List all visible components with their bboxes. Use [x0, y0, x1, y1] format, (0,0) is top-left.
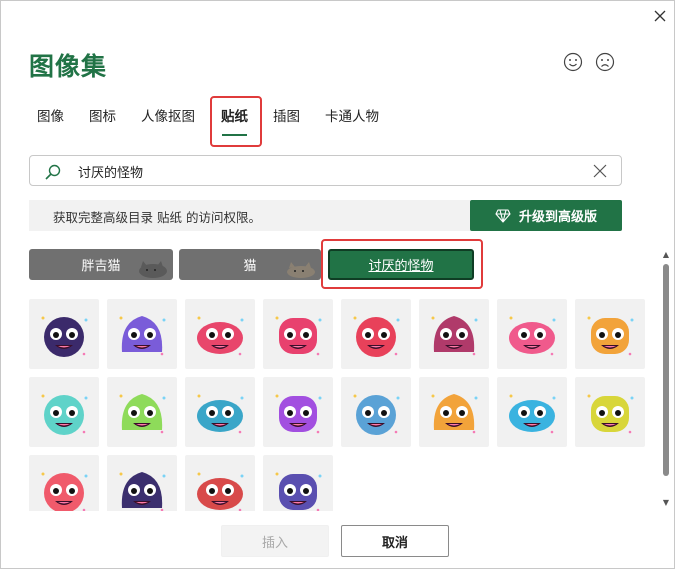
rainbow-tongue-monster-sticker	[275, 472, 322, 511]
sticker-tile[interactable]	[575, 299, 645, 369]
dark-cow-monster-sticker	[119, 472, 166, 511]
blue-tongue-monster-sticker	[197, 394, 244, 434]
jellyfish-monster-sticker	[275, 394, 322, 434]
tab-stickers[interactable]: 贴纸	[221, 105, 248, 125]
red-drooling-monster-sticker	[197, 472, 244, 511]
pink-screaming-blob-sticker	[41, 472, 88, 511]
green-cactus-monster-sticker	[119, 394, 166, 434]
ice-cream-monster-sticker	[509, 316, 556, 356]
scroll-down-arrow[interactable]: ▼	[662, 499, 670, 507]
tab-cartoon-people[interactable]: 卡通人物	[325, 105, 379, 125]
cyan-ghost-sticker	[41, 394, 88, 435]
sticker-tile[interactable]	[263, 299, 333, 369]
tab-cutout-people[interactable]: 人像抠图	[141, 105, 195, 125]
hand-monster-sticker	[587, 316, 634, 356]
smiley-icon[interactable]	[562, 51, 584, 73]
scroll-thumb[interactable]	[663, 264, 669, 476]
sticker-grid	[29, 299, 654, 511]
cat-thumbnail-icon	[287, 262, 315, 278]
category-cat[interactable]: 猫	[179, 249, 321, 280]
frown-icon[interactable]	[594, 51, 616, 73]
sticker-tile[interactable]	[185, 455, 255, 511]
clear-icon[interactable]	[593, 164, 607, 178]
insert-button[interactable]: 插入	[221, 525, 329, 557]
tab-icons[interactable]: 图标	[89, 105, 116, 125]
flower-monster-sticker	[275, 316, 322, 356]
dialog-title: 图像集	[29, 52, 108, 81]
poop-monster-sticker	[431, 316, 478, 356]
category-label: 猫	[243, 259, 257, 274]
heart-eyes-blob-sticker	[431, 394, 478, 434]
category-nasty-monster[interactable]: 讨厌的怪物	[328, 249, 474, 280]
close-button[interactable]	[649, 5, 671, 27]
category-chubby-cat[interactable]: 胖吉猫	[29, 249, 173, 280]
heart-monster-sticker	[353, 316, 400, 357]
category-label: 讨厌的怪物	[368, 259, 434, 274]
sticker-tile[interactable]	[185, 377, 255, 447]
scrollbar[interactable]: ▲ ▼	[661, 251, 671, 509]
tab-illustrations[interactable]: 插图	[273, 105, 300, 125]
sticker-tile[interactable]	[419, 299, 489, 369]
sleepy-blob-sticker	[119, 316, 166, 356]
premium-banner-text: 获取完整高级目录 贴纸 的访问权限。	[53, 210, 261, 225]
sticker-tile[interactable]	[29, 299, 99, 369]
tab-bar: 图像 图标 人像抠图 贴纸 插图 卡通人物	[29, 97, 429, 147]
bomb-monster-sticker	[41, 316, 88, 357]
search-input[interactable]	[78, 160, 578, 182]
sticker-tile[interactable]	[575, 377, 645, 447]
unicorn-monster-sticker	[509, 394, 556, 434]
many-eyes-monster-sticker	[353, 394, 400, 435]
category-label: 胖吉猫	[81, 259, 121, 274]
sticker-tile[interactable]	[107, 377, 177, 447]
sticker-tile[interactable]	[107, 299, 177, 369]
close-icon	[654, 10, 666, 22]
tab-images[interactable]: 图像	[37, 105, 64, 125]
sticker-tile[interactable]	[263, 377, 333, 447]
sticker-tile[interactable]	[419, 377, 489, 447]
sticker-tile[interactable]	[29, 377, 99, 447]
upgrade-button-label: 升级到高级版	[518, 210, 597, 225]
scroll-up-arrow[interactable]: ▲	[662, 251, 670, 259]
sticker-tile[interactable]	[497, 299, 567, 369]
image-collection-dialog: 图像集 图像 图标 人像抠图 贴纸 插图 卡通人物 获取完整高级目录 贴纸 的访…	[0, 0, 675, 569]
search-icon	[45, 164, 61, 180]
sticker-tile[interactable]	[341, 377, 411, 447]
cat-thumbnail-icon	[139, 261, 167, 278]
diamond-icon	[495, 208, 511, 223]
active-tab-indicator	[222, 134, 247, 136]
upgrade-button[interactable]: 升级到高级版	[470, 200, 622, 231]
sticker-tile[interactable]	[341, 299, 411, 369]
sticker-tile[interactable]	[107, 455, 177, 511]
sticker-tile[interactable]	[29, 455, 99, 511]
sticker-tile[interactable]	[263, 455, 333, 511]
sticker-tile[interactable]	[185, 299, 255, 369]
sticker-tile[interactable]	[497, 377, 567, 447]
cancel-button[interactable]: 取消	[341, 525, 449, 557]
yellow-grumpy-monster-sticker	[587, 394, 634, 434]
mask-monster-sticker	[197, 316, 244, 356]
search-box	[29, 155, 622, 186]
